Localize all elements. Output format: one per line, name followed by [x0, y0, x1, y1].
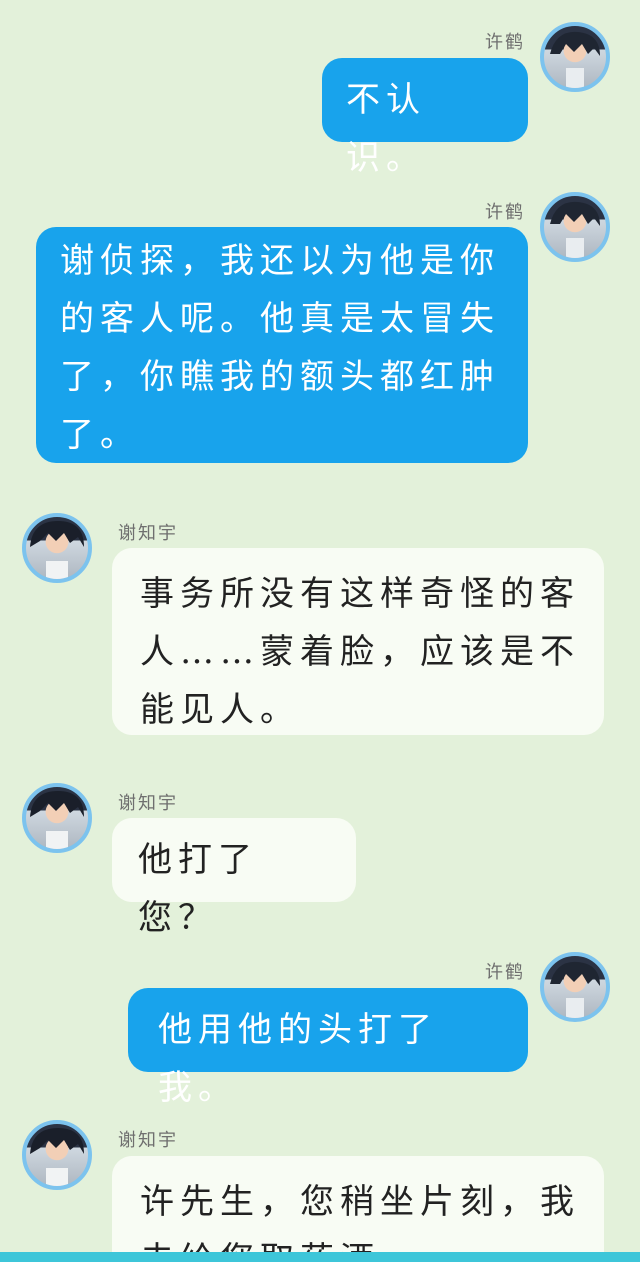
sender-name: 谢知宇 — [118, 523, 178, 544]
avatar-xu-he-icon[interactable] — [540, 952, 610, 1022]
sender-name: 许鹤 — [485, 32, 525, 53]
message-row: 谢知宇 许先生，您稍坐片刻，我去给您取药酒 — [0, 1112, 640, 1252]
message-row: 谢知宇 他打了您？ — [0, 775, 640, 938]
message-bubble[interactable]: 许先生，您稍坐片刻，我去给您取药酒 — [112, 1156, 604, 1252]
avatar-xie-zhiyu-icon[interactable] — [22, 513, 92, 583]
avatar-xie-zhiyu-icon[interactable] — [22, 1120, 92, 1190]
message-bubble[interactable]: 他用他的头打了我。 — [128, 988, 528, 1108]
sender-name: 谢知宇 — [118, 793, 178, 814]
avatar-xu-he-icon[interactable] — [540, 22, 610, 92]
avatar-xie-zhiyu-icon[interactable] — [22, 783, 92, 853]
sender-name: 许鹤 — [485, 202, 525, 223]
message-bubble[interactable]: 不认识。 — [322, 58, 528, 178]
sender-name: 许鹤 — [485, 962, 525, 983]
message-row: 许鹤 他用他的头打了我。 — [0, 940, 640, 1108]
message-bubble[interactable]: 事务所没有这样奇怪的客人……蒙着脸，应该是不能见人。 — [112, 548, 604, 735]
message-row: 许鹤 谢侦探，我还以为他是你的客人呢。他真是太冒失了，你瞧我的额头都红肿了。 — [0, 180, 640, 470]
bottom-bar — [0, 1252, 640, 1262]
message-row: 谢知宇 事务所没有这样奇怪的客人……蒙着脸，应该是不能见人。 — [0, 505, 640, 740]
message-bubble[interactable]: 他打了您？ — [112, 818, 356, 938]
avatar-xu-he-icon[interactable] — [540, 192, 610, 262]
message-row: 许鹤 不认识。 — [0, 0, 640, 178]
message-bubble[interactable]: 谢侦探，我还以为他是你的客人呢。他真是太冒失了，你瞧我的额头都红肿了。 — [36, 227, 528, 463]
sender-name: 谢知宇 — [118, 1130, 178, 1151]
